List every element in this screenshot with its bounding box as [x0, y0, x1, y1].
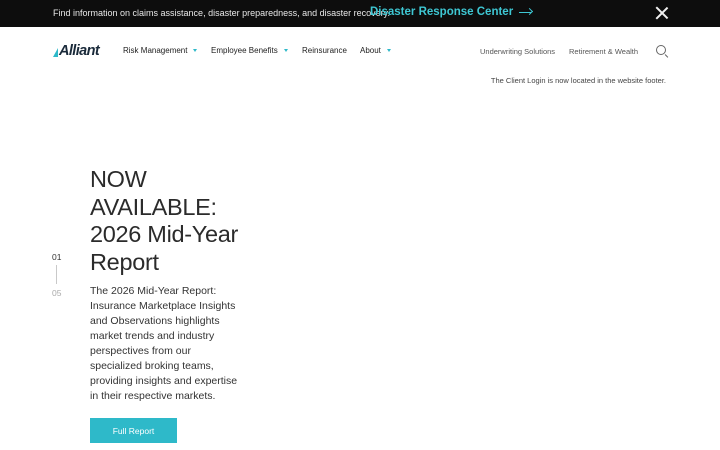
nav-item-employee-benefits[interactable]: Employee Benefits [211, 46, 288, 55]
arrow-right-icon [519, 7, 533, 17]
chevron-down-icon [193, 49, 198, 52]
disaster-response-link[interactable]: Disaster Response Center [370, 6, 533, 18]
announcement-text: Find information on claims assistance, d… [53, 8, 390, 18]
announcement-bar: Find information on claims assistance, d… [0, 0, 720, 27]
slide-progress-line [56, 265, 57, 284]
logo[interactable]: Alliant [53, 43, 100, 59]
nav-item-reinsurance[interactable]: Reinsurance [302, 46, 347, 55]
nav-item-label: Risk Management [123, 46, 188, 55]
search-icon[interactable] [656, 45, 668, 57]
retirement-wealth-link[interactable]: Retirement & Wealth [569, 47, 638, 56]
nav-item-label: Employee Benefits [211, 46, 278, 55]
hero-description: The 2026 Mid-Year Report: Insurance Mark… [90, 285, 238, 402]
nav-item-risk-management[interactable]: Risk Management [123, 46, 198, 55]
chevron-down-icon [386, 49, 391, 52]
nav-item-label: About [360, 46, 381, 55]
nav-item-about[interactable]: About [360, 46, 391, 55]
slide-total-index[interactable]: 05 [52, 288, 61, 298]
full-report-button[interactable]: Full Report [90, 418, 177, 443]
underwriting-solutions-link[interactable]: Underwriting Solutions [480, 47, 555, 56]
chevron-down-icon [283, 49, 288, 52]
client-login-note: The Client Login is now located in the w… [490, 76, 666, 85]
hero-title: NOW AVAILABLE: 2026 Mid-Year Report [90, 166, 239, 275]
nav-item-label: Reinsurance [302, 46, 347, 55]
close-icon[interactable] [655, 6, 669, 20]
slide-current-index[interactable]: 01 [52, 252, 61, 262]
logo-mark [53, 47, 58, 57]
logo-text: Alliant [59, 43, 100, 59]
disaster-response-label: Disaster Response Center [370, 6, 514, 18]
